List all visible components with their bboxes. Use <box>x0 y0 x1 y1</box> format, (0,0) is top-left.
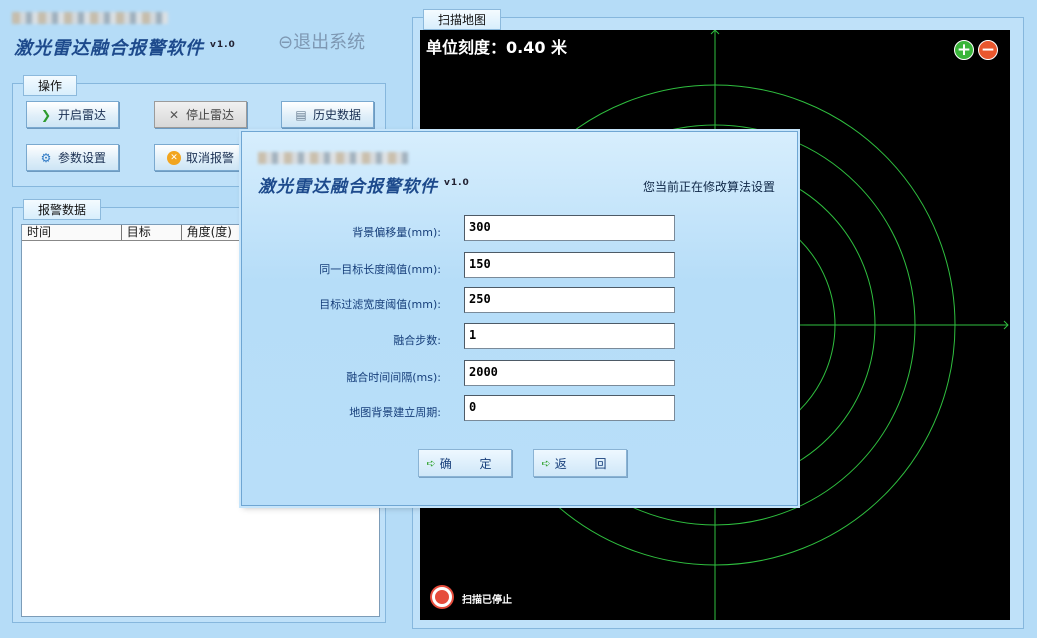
fusion-interval-label: 融合时间间隔(ms): <box>346 371 441 384</box>
gear-icon: ⚙ <box>40 150 52 165</box>
scan-map-group-title: 扫描地图 <box>423 9 502 30</box>
fusion-steps-input[interactable]: 1 <box>464 323 675 349</box>
cancel-circle-icon: ✕ <box>166 150 181 165</box>
back-button[interactable]: ➪ 返 回 <box>533 449 627 477</box>
dialog-version: v1.0 <box>444 178 470 189</box>
blurred-logo <box>12 12 168 24</box>
minus-icon: − <box>980 40 996 60</box>
target-filter-width-label: 目标过滤宽度阈值(mm): <box>319 298 441 311</box>
stop-radar-label: 停止雷达 <box>185 108 234 122</box>
stop-radar-button[interactable]: ✕ 停止雷达 <box>154 101 247 128</box>
column-header-time[interactable]: 时间 <box>22 225 122 240</box>
zoom-out-button[interactable]: − <box>978 40 998 60</box>
close-icon: ✕ <box>168 107 180 122</box>
document-icon: ▤ <box>295 107 307 122</box>
history-data-label: 历史数据 <box>312 108 361 122</box>
cancel-alarm-button[interactable]: ✕ 取消报警 <box>154 144 247 171</box>
history-data-button[interactable]: ▤ 历史数据 <box>281 101 374 128</box>
back-label: 返 回 <box>554 456 619 471</box>
exit-label: 退出系统 <box>293 32 366 53</box>
unit-scale-label: 单位刻度：0.40 米 <box>426 38 568 57</box>
cancel-alarm-label: 取消报警 <box>185 151 234 165</box>
start-radar-button[interactable]: ❯ 开启雷达 <box>26 101 119 128</box>
target-filter-width-input[interactable]: 250 <box>464 287 675 313</box>
map-background-period-label: 地图背景建立周期: <box>349 406 441 419</box>
dialog-blurred-logo <box>258 152 408 164</box>
column-header-target[interactable]: 目标 <box>122 225 182 240</box>
app-title: 激光雷达融合报警软件 v1.0 <box>14 34 236 60</box>
map-background-period-input[interactable]: 0 <box>464 395 675 421</box>
zoom-in-button[interactable]: + <box>954 40 974 60</box>
arrow-right-icon: ➪ <box>426 456 436 470</box>
fusion-steps-label: 融合步数: <box>393 334 441 347</box>
algorithm-settings-dialog: 激光雷达融合报警软件 v1.0 您当前正在修改算法设置 背景偏移量(mm): 30… <box>241 131 798 506</box>
arrow-right-icon: ➪ <box>541 456 551 470</box>
dialog-title-text: 激光雷达融合报警软件 <box>258 177 438 197</box>
parameter-settings-label: 参数设置 <box>57 151 106 165</box>
alarm-data-group-title: 报警数据 <box>23 199 102 220</box>
parameter-settings-button[interactable]: ⚙ 参数设置 <box>26 144 119 171</box>
confirm-label: 确 定 <box>439 456 504 471</box>
scan-status-text: 扫描已停止 <box>462 595 512 606</box>
app-title-text: 激光雷达融合报警软件 <box>14 38 204 59</box>
background-offset-input[interactable]: 300 <box>464 215 675 241</box>
target-length-threshold-input[interactable]: 150 <box>464 252 675 278</box>
dialog-title: 激光雷达融合报警软件 v1.0 <box>258 172 470 197</box>
background-offset-label: 背景偏移量(mm): <box>352 226 441 239</box>
exit-system-button[interactable]: ⊖退出系统 <box>278 28 365 54</box>
plus-icon: + <box>956 40 972 60</box>
dialog-status-note: 您当前正在修改算法设置 <box>642 180 775 194</box>
operations-group-title: 操作 <box>23 75 78 96</box>
exit-icon: ⊖ <box>278 32 294 53</box>
confirm-button[interactable]: ➪ 确 定 <box>418 449 512 477</box>
fusion-interval-input[interactable]: 2000 <box>464 360 675 386</box>
arrow-right-icon: ❯ <box>40 107 52 122</box>
start-radar-label: 开启雷达 <box>57 108 106 122</box>
app-version: v1.0 <box>210 40 236 50</box>
scan-status-icon <box>432 587 452 607</box>
target-length-threshold-label: 同一目标长度阈值(mm): <box>319 263 441 276</box>
